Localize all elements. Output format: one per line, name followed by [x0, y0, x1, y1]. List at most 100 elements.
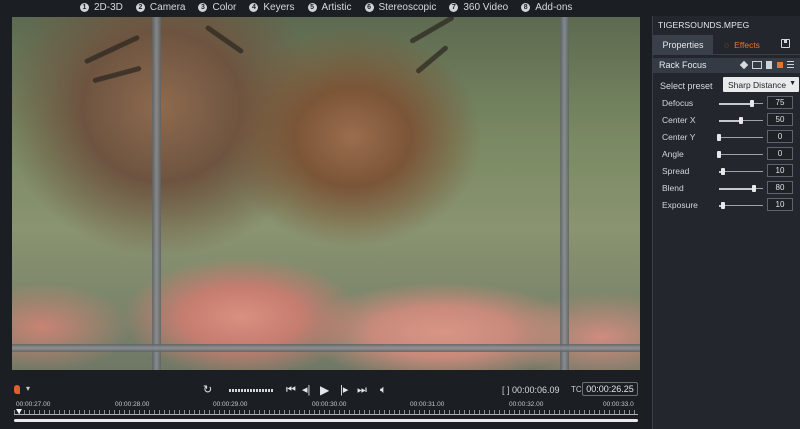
category-number: 6 [364, 2, 374, 12]
category-2d-3d[interactable]: 1 2D-3D [80, 2, 123, 13]
cage-bar [152, 17, 161, 370]
category-keyers[interactable]: 4 Keyers [249, 1, 295, 13]
param-spread: Spread 10 [653, 163, 800, 180]
shuttle-scrubber[interactable] [229, 389, 273, 392]
param-slider[interactable] [717, 134, 763, 141]
effect-category-bar: 1 2D-3D 2 Camera 3 Color 4 Keyers 5 Artistic … [0, 0, 652, 14]
panel-tabs: Properties ◌ Effects [653, 35, 800, 55]
tab-effects[interactable]: ◌ Effects [713, 35, 771, 55]
slider-thumb[interactable] [721, 202, 726, 209]
tiger-stripe [83, 34, 141, 65]
param-center-y: Center Y 0 [653, 129, 800, 146]
param-label: Exposure [662, 200, 698, 210]
slider-thumb[interactable] [717, 134, 721, 141]
param-slider[interactable] [719, 202, 763, 209]
category-number: 1 [80, 2, 89, 12]
ruler-line [14, 414, 638, 415]
toggle-effect-icon[interactable] [777, 62, 783, 68]
image-icon[interactable] [752, 61, 762, 69]
category-number: 7 [449, 2, 459, 12]
param-label: Spread [662, 166, 690, 176]
param-value-field[interactable]: 75 [767, 96, 793, 109]
in-out-label: [ ] [502, 385, 510, 395]
slider-thumb[interactable] [721, 168, 726, 175]
slider-thumb[interactable] [739, 117, 743, 124]
param-defocus: Defocus 75 [653, 95, 800, 112]
effects-tab-icon: ◌ [724, 40, 730, 50]
play-icon[interactable]: ▶ [320, 384, 329, 396]
param-label: Defocus [662, 98, 694, 108]
category-label: Artistic [321, 1, 352, 13]
tab-properties[interactable]: Properties [653, 35, 713, 55]
param-label: Angle [662, 149, 684, 159]
cage-bar [560, 17, 569, 370]
loop-icon[interactable]: ↻ [203, 384, 212, 396]
skip-forward-icon[interactable]: ⏭ [357, 384, 367, 396]
save-icon [781, 39, 790, 48]
effect-name: Rack Focus [659, 60, 707, 70]
transport-bar: ▾ ↻ ⏮ ◂| ▶ |▸ ⏭ 🔈︎ [ ] 00:00:06.09 TC 00… [0, 382, 652, 398]
category-label: Color [212, 1, 237, 13]
tiger-stripe [204, 24, 245, 55]
keyframe-diamond-icon[interactable] [739, 60, 749, 70]
param-blend: Blend 80 [653, 180, 800, 197]
timecode-field[interactable]: 00:00:26.25 [582, 382, 638, 396]
param-slider[interactable] [717, 151, 763, 158]
video-preview[interactable] [12, 17, 640, 370]
param-value-field[interactable]: 0 [767, 130, 793, 143]
category-number: 4 [249, 2, 259, 12]
param-label: Center X [662, 115, 696, 125]
tick-label: 00:00:29.00 [213, 401, 248, 408]
tick-label: 00:00:33.0 [603, 401, 634, 408]
category-label: 360 Video [463, 1, 509, 13]
tiger-stripe [415, 44, 449, 75]
volume-icon[interactable]: 🔈︎ [380, 384, 387, 396]
playhead[interactable] [16, 409, 22, 414]
category-artistic[interactable]: 5 Artistic [307, 1, 352, 13]
param-value-field[interactable]: 0 [767, 147, 793, 160]
chevron-down-icon[interactable]: ▾ [26, 384, 30, 393]
menu-icon[interactable] [787, 61, 794, 69]
category-stereoscopic[interactable]: 6 Stereoscopic [364, 1, 437, 13]
clip-duration: 00:00:06.09 [512, 385, 560, 395]
clip-filename: TIGERSOUNDS.MPEG [658, 20, 750, 30]
category-number: 8 [521, 2, 531, 12]
skip-back-icon[interactable]: ⏮ [286, 384, 296, 396]
param-label: Blend [662, 183, 684, 193]
trash-icon[interactable] [766, 61, 772, 69]
save-button[interactable] [771, 35, 800, 54]
category-label: 2D-3D [94, 1, 123, 13]
param-value-field[interactable]: 80 [767, 181, 793, 194]
param-slider[interactable] [719, 117, 763, 124]
timeline-scrollbar[interactable] [14, 419, 638, 422]
param-value-field[interactable]: 10 [767, 164, 793, 177]
param-slider[interactable] [719, 168, 763, 175]
effect-header[interactable]: Rack Focus [653, 58, 800, 73]
param-value-field[interactable]: 10 [767, 198, 793, 211]
category-label: Keyers [263, 1, 295, 13]
tab-effects-label: Effects [734, 40, 760, 50]
timeline-ruler[interactable]: 00:00:27.00 00:00:28.00 00:00:29.00 00:0… [14, 400, 638, 428]
tick-label: 00:00:31.00 [410, 401, 445, 408]
category-label: Stereoscopic [378, 1, 437, 13]
step-forward-icon[interactable]: |▸ [340, 384, 348, 396]
slider-thumb[interactable] [750, 100, 754, 107]
marker-icon[interactable] [14, 385, 20, 394]
app-window: 1 2D-3D 2 Camera 3 Color 4 Keyers 5 Artistic … [0, 0, 800, 429]
category-camera[interactable]: 2 Camera [135, 2, 185, 13]
slider-fill [719, 119, 741, 122]
slider-fill [719, 187, 755, 190]
param-slider[interactable] [719, 100, 763, 107]
cage-bar [12, 344, 640, 352]
param-value-field[interactable]: 50 [767, 113, 793, 126]
preset-dropdown[interactable]: Sharp Distance ▼ [723, 77, 799, 92]
step-back-icon[interactable]: ◂| [302, 384, 310, 396]
category-360-video[interactable]: 7 360 Video [449, 2, 508, 13]
slider-thumb[interactable] [752, 185, 757, 192]
param-slider[interactable] [719, 185, 763, 192]
param-exposure: Exposure 10 [653, 197, 800, 214]
slider-thumb[interactable] [717, 151, 721, 158]
timecode-label: TC [571, 385, 582, 394]
category-color[interactable]: 3 Color [198, 2, 236, 13]
category-add-ons[interactable]: 8 Add-ons [521, 2, 572, 13]
